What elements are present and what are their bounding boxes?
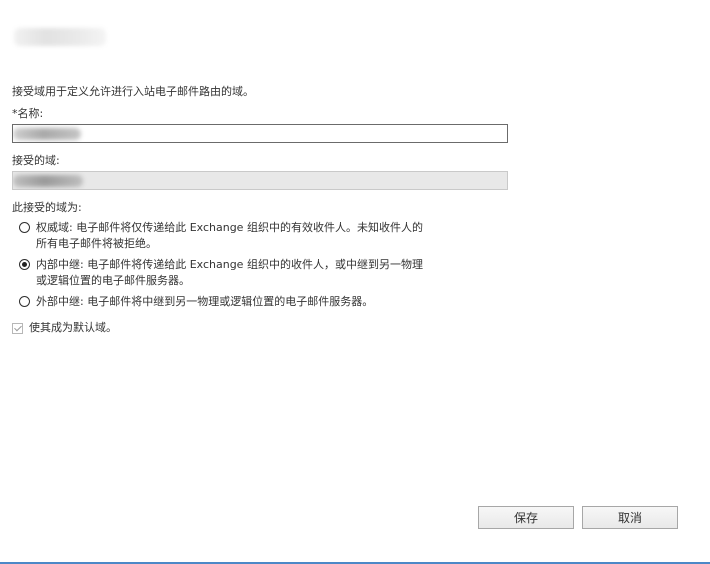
radio-authoritative-domain-button[interactable] <box>19 222 30 233</box>
name-label: *名称: <box>12 107 44 120</box>
radio-internal-relay-line1: 内部中继: 电子邮件将传递给此 Exchange 组织中的收件人，或中继到另一物… <box>36 258 423 271</box>
default-domain-option[interactable]: 使其成为默认域。 <box>12 321 117 335</box>
radio-authoritative-domain-label: 权威域: 电子邮件将仅传递给此 Exchange 组织中的有效收件人。未知收件人… <box>36 220 423 252</box>
save-button[interactable]: 保存 <box>478 506 574 529</box>
dialog-title-blurred <box>14 28 106 46</box>
name-value-blurred <box>13 128 81 140</box>
radio-internal-relay-line2: 或逻辑位置的电子邮件服务器。 <box>36 274 190 287</box>
radio-external-relay-line1: 外部中继: 电子邮件将中继到另一物理或逻辑位置的电子邮件服务器。 <box>36 295 374 308</box>
radio-authoritative-domain[interactable]: 权威域: 电子邮件将仅传递给此 Exchange 组织中的有效收件人。未知收件人… <box>19 220 423 252</box>
radio-external-relay-button[interactable] <box>19 296 30 307</box>
name-input[interactable] <box>12 124 508 143</box>
intro-text: 接受域用于定义允许进行入站电子邮件路由的域。 <box>12 85 254 98</box>
domain-type-label: 此接受的域为: <box>12 201 82 214</box>
radio-internal-relay-button[interactable] <box>19 259 30 270</box>
radio-external-relay-label: 外部中继: 电子邮件将中继到另一物理或逻辑位置的电子邮件服务器。 <box>36 294 373 310</box>
accepted-domain-value-blurred <box>13 175 83 187</box>
radio-internal-relay[interactable]: 内部中继: 电子邮件将传递给此 Exchange 组织中的收件人，或中继到另一物… <box>19 257 423 289</box>
accepted-domain-label: 接受的域: <box>12 154 60 167</box>
cancel-button[interactable]: 取消 <box>582 506 678 529</box>
default-domain-label: 使其成为默认域。 <box>29 321 117 334</box>
accepted-domain-field <box>12 171 508 190</box>
default-domain-checkbox[interactable] <box>12 322 23 334</box>
radio-authoritative-domain-line2: 所有电子邮件将被拒绝。 <box>36 237 157 250</box>
radio-internal-relay-label: 内部中继: 电子邮件将传递给此 Exchange 组织中的收件人，或中继到另一物… <box>36 257 423 289</box>
radio-authoritative-domain-line1: 权威域: 电子邮件将仅传递给此 Exchange 组织中的有效收件人。未知收件人… <box>36 221 423 234</box>
radio-external-relay[interactable]: 外部中继: 电子邮件将中继到另一物理或逻辑位置的电子邮件服务器。 <box>19 294 373 310</box>
